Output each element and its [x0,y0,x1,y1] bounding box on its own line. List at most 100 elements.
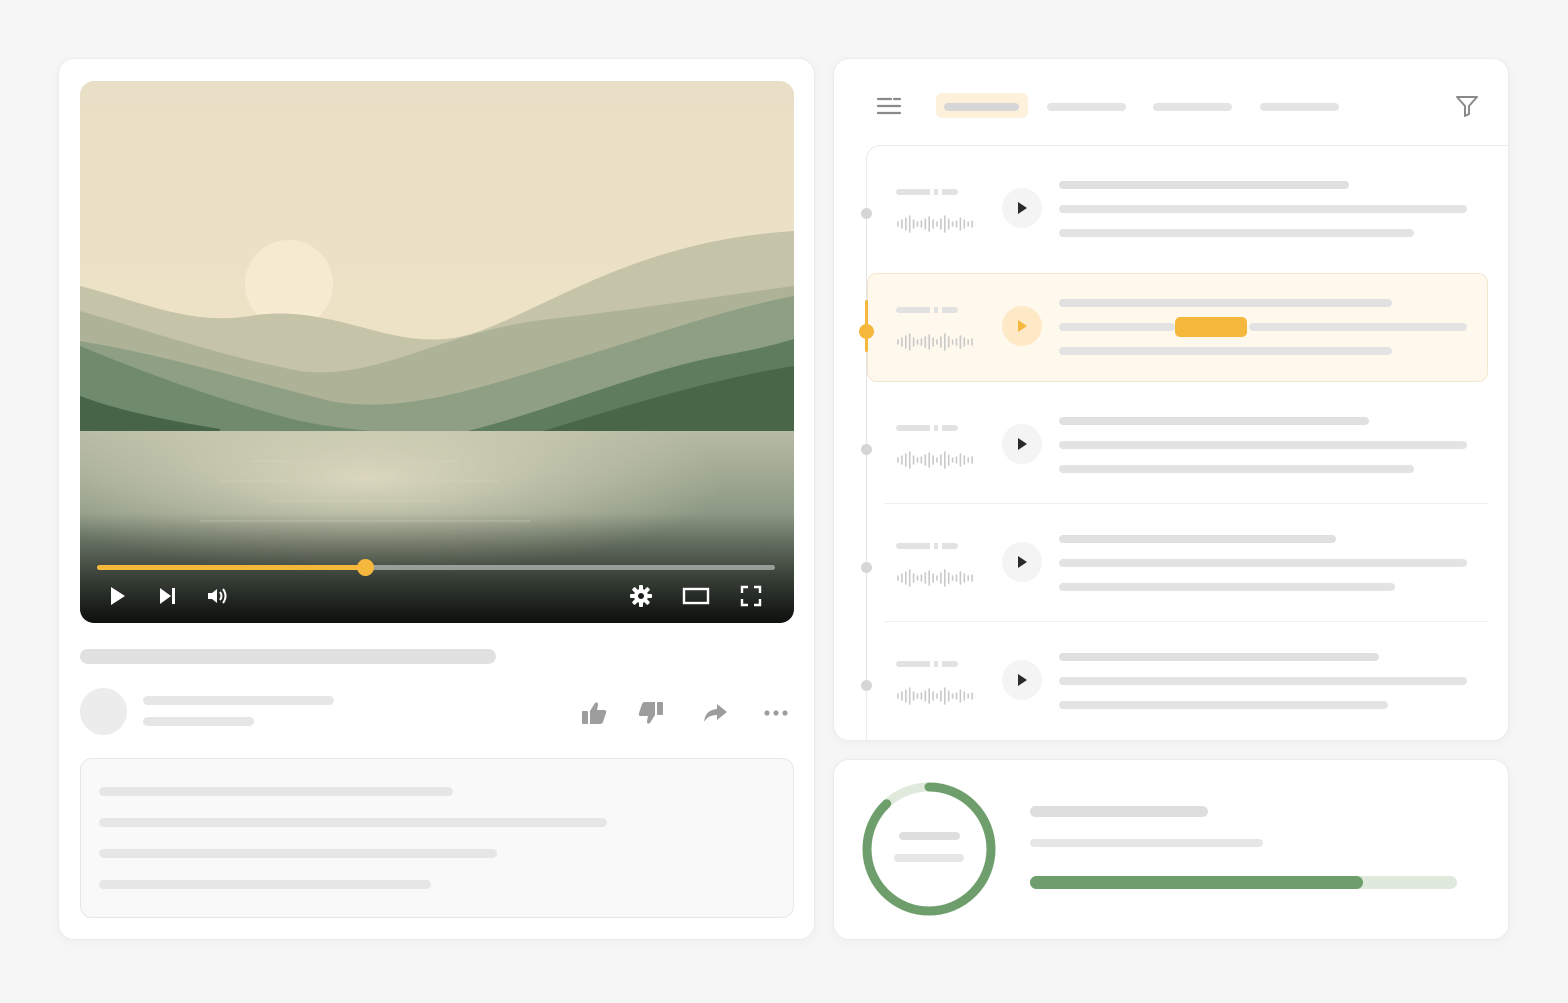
description-line [99,818,607,827]
waveform [896,567,976,594]
fullscreen-icon [740,585,762,607]
list-item-text-placeholder [1059,677,1467,685]
waveform [896,213,976,240]
waveform-icon [897,215,973,233]
play-icon [1018,556,1027,568]
video-card [58,58,815,940]
tab-3[interactable] [1153,103,1232,111]
waveform [896,685,976,712]
more-horizontal-icon [764,710,788,716]
fullscreen-button[interactable] [736,581,766,611]
list-item-text-placeholder [1059,441,1467,449]
list-item-title-placeholder [1059,181,1349,189]
description-panel[interactable] [80,758,794,918]
list-item-play-button[interactable] [1002,660,1042,700]
ring-sublabel-placeholder [894,854,964,862]
list-item-title-placeholder [1059,653,1379,661]
play-icon [1018,320,1027,332]
list-item-play-button[interactable] [1002,424,1042,464]
share-icon [704,704,727,722]
list-item-play-button[interactable] [1002,188,1042,228]
list-item-title-placeholder [1059,417,1369,425]
more-button[interactable] [759,696,793,730]
next-button[interactable] [152,581,182,611]
avatar[interactable] [80,688,127,735]
list-item-text-placeholder [1059,701,1388,709]
like-button[interactable] [577,696,611,730]
seek-bar[interactable] [97,559,775,576]
progress-ring [862,782,996,916]
stats-card [833,759,1509,940]
waveform-icon [897,451,973,469]
timeline-dot [861,680,872,691]
timestamp-placeholder [896,543,958,549]
list-item-text-placeholder [1059,347,1392,355]
volume-icon [208,588,227,604]
stat-title-placeholder [1030,806,1208,817]
seek-bar-played [97,565,365,570]
settings-icon [630,585,652,607]
channel-meta-placeholder [143,717,254,726]
list-item-text-placeholder [1249,323,1467,331]
list-item-text-placeholder [1059,205,1467,213]
waveform [896,331,976,358]
share-button[interactable] [698,696,732,730]
waveform-icon [897,687,973,705]
stat-subtitle-placeholder [1030,839,1263,847]
list-item-title-placeholder [1059,299,1392,307]
waveform [896,449,976,476]
tab-4[interactable] [1260,103,1339,111]
list-item-text-placeholder [1059,229,1414,237]
filter-icon [1456,96,1478,117]
seek-handle[interactable] [357,559,374,576]
play-icon [111,587,125,605]
settings-button[interactable] [626,581,656,611]
waveform-icon [897,569,973,587]
timeline-dot [861,562,872,573]
skip-next-icon [160,588,175,604]
timeline-dot [861,444,872,455]
ring-label-placeholder [899,832,960,840]
theater-mode-icon [682,587,710,605]
list-item-play-button[interactable] [1002,542,1042,582]
list-item-text-placeholder [1059,323,1175,331]
timestamp-placeholder [896,425,958,431]
channel-name-placeholder [143,696,334,705]
play-icon [1018,674,1027,686]
list-icon [876,97,902,115]
divider [884,621,1488,622]
tab-2[interactable] [1047,103,1126,111]
timestamp-placeholder [896,661,958,667]
transcript-queue-card [833,58,1509,741]
description-line [99,787,453,796]
divider [884,503,1488,504]
menu-button[interactable] [872,89,906,123]
play-icon [1018,438,1027,450]
timestamp-placeholder [896,307,958,313]
stat-progress-fill [1030,876,1364,889]
timestamp-placeholder [896,189,958,195]
highlighted-word[interactable] [1175,317,1247,337]
play-icon [1018,202,1027,214]
timeline-dot [861,208,872,219]
theater-mode-button[interactable] [680,581,712,611]
filter-button[interactable] [1450,89,1484,123]
video-title-placeholder [80,649,496,664]
volume-button[interactable] [203,581,233,611]
list-item-title-placeholder [1059,535,1336,543]
description-line [99,880,431,889]
dislike-button[interactable] [634,696,668,730]
list-item-text-placeholder [1059,465,1414,473]
thumbs-down-icon [638,702,663,724]
list-item-text-placeholder [1059,583,1395,591]
timeline-dot [859,324,874,339]
tab-1[interactable] [944,103,1019,111]
play-button[interactable] [102,581,132,611]
video-player[interactable] [80,81,794,623]
description-line [99,849,497,858]
waveform-icon [897,333,973,351]
thumbs-up-icon [582,702,607,724]
list-item-play-button[interactable] [1002,306,1042,346]
list-item-text-placeholder [1059,559,1467,567]
stat-progress-bar [1030,876,1457,889]
